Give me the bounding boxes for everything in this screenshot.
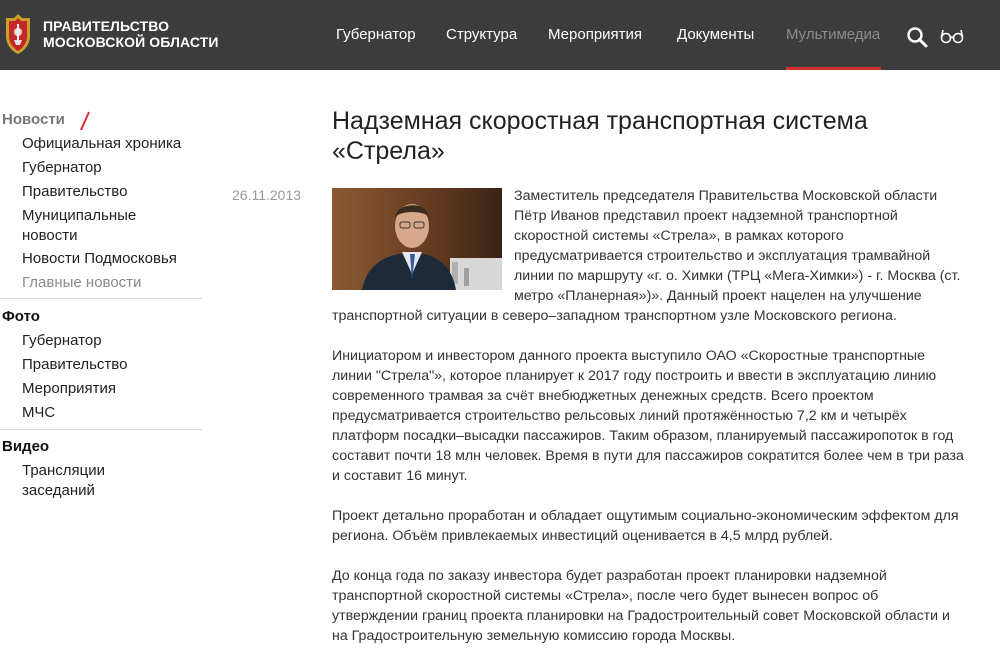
- sidebar-item-photo-events[interactable]: Мероприятия: [22, 379, 202, 399]
- search-icon[interactable]: [906, 26, 928, 48]
- article-body: Заместитель председателя Правительства М…: [332, 186, 964, 664]
- sidebar-item-municipal-news[interactable]: Муниципальные новости: [22, 206, 162, 245]
- sidebar-item-broadcasts[interactable]: Трансляции заседаний: [22, 461, 132, 500]
- site-header: ПРАВИТЕЛЬСТВО МОСКОВСКОЙ ОБЛАСТИ Губерна…: [0, 0, 1000, 70]
- sidebar-item-governor[interactable]: Губернатор: [22, 158, 202, 178]
- active-nav-indicator: [786, 67, 881, 70]
- nav-multimedia[interactable]: Мультимедиа: [786, 26, 880, 43]
- article-date: 26.11.2013: [232, 187, 302, 203]
- article-paragraph-4: До конца года по заказу инвестора будет …: [332, 568, 950, 644]
- nav-documents[interactable]: Документы: [677, 26, 754, 43]
- sidebar-section-photo[interactable]: Фото: [2, 308, 40, 325]
- sidebar-item-photo-government[interactable]: Правительство: [22, 355, 202, 375]
- article-paragraph: Заместитель председателя Правительства М…: [332, 186, 964, 326]
- sidebar-item-official-chronicle[interactable]: Официальная хроника: [22, 134, 202, 154]
- brand-line-1: ПРАВИТЕЛЬСТВО: [43, 18, 170, 34]
- sidebar-item-photo-emergency[interactable]: МЧС: [22, 403, 202, 423]
- nav-governor[interactable]: Губернатор: [336, 26, 416, 43]
- brand-line-2: МОСКОВСКОЙ ОБЛАСТИ: [43, 34, 219, 50]
- sidebar-divider: [0, 429, 202, 430]
- active-section-slash-icon: [80, 111, 90, 131]
- article-paragraph-2: Инициатором и инвестором данного проекта…: [332, 348, 964, 484]
- article-title: Надземная скоростная транспортная систем…: [332, 107, 868, 165]
- site-brand[interactable]: ПРАВИТЕЛЬСТВО МОСКОВСКОЙ ОБЛАСТИ: [43, 18, 219, 50]
- sidebar-section-video[interactable]: Видео: [2, 438, 49, 455]
- nav-structure[interactable]: Структура: [446, 26, 517, 43]
- sidebar-item-government[interactable]: Правительство: [22, 182, 202, 202]
- accessibility-glasses-icon[interactable]: [940, 27, 964, 45]
- sidebar-section-news[interactable]: Новости: [2, 111, 65, 128]
- sidebar-divider: [0, 298, 202, 299]
- nav-events[interactable]: Мероприятия: [548, 26, 642, 43]
- sidebar-item-podmoskovye-news[interactable]: Новости Подмосковья: [22, 249, 202, 269]
- sidebar-item-main-news[interactable]: Главные новости: [22, 273, 202, 293]
- moscow-region-coat-of-arms-icon[interactable]: [0, 12, 36, 56]
- photo-spacer: [332, 186, 514, 291]
- article-paragraph-3: Проект детально проработан и обладает ощ…: [332, 508, 959, 544]
- sidebar-item-photo-governor[interactable]: Губернатор: [22, 331, 202, 351]
